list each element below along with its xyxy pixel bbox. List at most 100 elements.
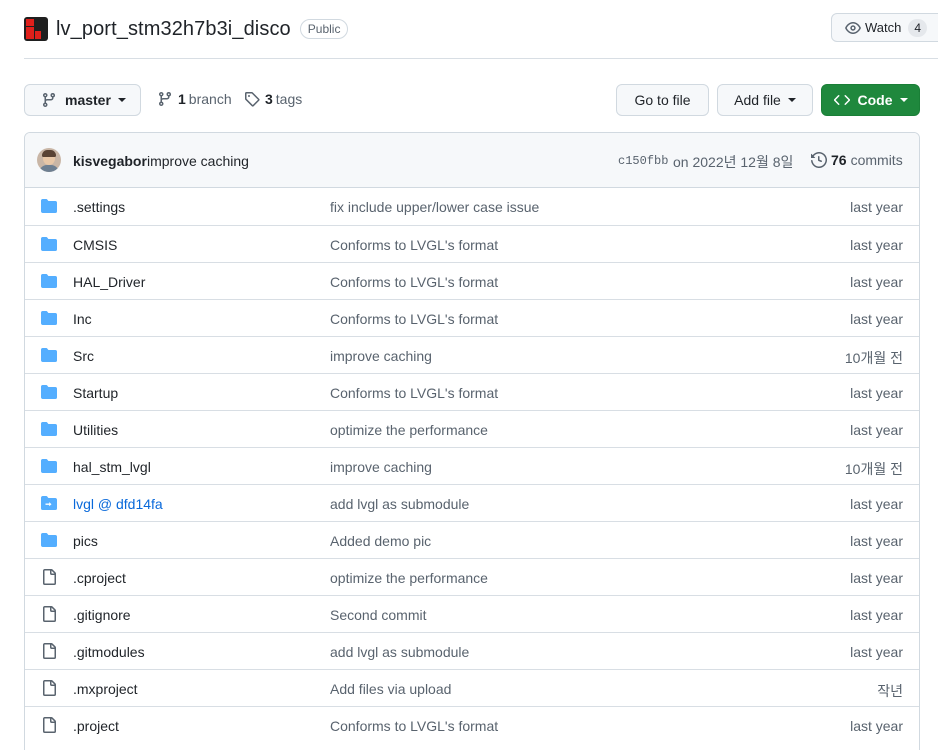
file-name-link[interactable]: lvgl @ dfd14fa xyxy=(73,496,163,512)
file-commit-age: 10개월 전 xyxy=(844,461,903,477)
author-avatar[interactable] xyxy=(37,148,61,172)
file-commit-message-link[interactable]: improve caching xyxy=(330,459,432,475)
file-icon xyxy=(41,717,57,733)
chevron-down-icon xyxy=(899,98,908,102)
git-branch-icon xyxy=(43,92,55,108)
add-file-label: Add file xyxy=(734,92,781,108)
file-commit-age: last year xyxy=(850,570,903,586)
branch-name: master xyxy=(65,92,111,108)
folder-icon xyxy=(41,347,57,363)
file-row[interactable]: hal_stm_lvgl improve caching 10개월 전 xyxy=(25,447,919,484)
file-commit-age: last year xyxy=(850,237,903,253)
file-commit-message-link[interactable]: add lvgl as submodule xyxy=(330,496,469,512)
file-commit-age: 10개월 전 xyxy=(844,350,903,366)
repo-name-link[interactable]: lv_port_stm32h7b3i_disco xyxy=(56,18,291,41)
file-row[interactable]: Utilities optimize the performance last ye… xyxy=(25,410,919,447)
file-commit-message-link[interactable]: Conforms to LVGL's format xyxy=(330,311,498,327)
git-branch-icon xyxy=(159,91,171,107)
file-name-link[interactable]: CMSIS xyxy=(73,237,117,253)
file-commit-age: last year xyxy=(850,422,903,438)
file-name-link[interactable]: .gitmodules xyxy=(73,644,145,660)
branch-count: 1 xyxy=(178,91,186,107)
file-commit-message-link[interactable]: Second commit xyxy=(330,607,426,623)
file-row[interactable]: .mxproject Add files via upload 작년 xyxy=(25,669,919,706)
file-row[interactable]: .cproject optimize the performance last ye… xyxy=(25,558,919,595)
folder-icon xyxy=(41,532,57,548)
file-row[interactable]: .project Conforms to LVGL's format last ye… xyxy=(25,706,919,743)
tags-link[interactable]: 3 tags xyxy=(244,91,302,107)
file-commit-age: last year xyxy=(850,496,903,512)
file-commit-age: last year xyxy=(850,644,903,660)
commits-history-link[interactable]: 76 commits xyxy=(811,152,903,168)
file-commit-message-link[interactable]: Added demo pic xyxy=(330,533,431,549)
file-row[interactable]: Src improve caching 10개월 전 xyxy=(25,336,919,373)
folder-icon xyxy=(41,384,57,400)
file-row[interactable]: lvgl @ dfd14fa add lvgl as submodule last … xyxy=(25,484,919,521)
file-icon xyxy=(41,569,57,585)
go-to-file-button[interactable]: Go to file xyxy=(616,84,709,116)
file-row[interactable]: Inc Conforms to LVGL's format last year xyxy=(25,299,919,336)
file-row[interactable]: pics Added demo pic last year xyxy=(25,521,919,558)
file-row[interactable]: CMSIS Conforms to LVGL's format last year xyxy=(25,225,919,262)
commit-author-link[interactable]: kisvegabor xyxy=(73,153,147,169)
file-name-link[interactable]: Startup xyxy=(73,385,118,401)
file-commit-message-link[interactable]: Conforms to LVGL's format xyxy=(330,274,498,290)
file-browser: kisvegabor improve caching c150fbb on 20… xyxy=(24,132,920,750)
file-name-link[interactable]: .cproject xyxy=(73,570,126,586)
code-button[interactable]: Code xyxy=(821,84,920,116)
file-name-link[interactable]: .gitignore xyxy=(73,607,131,623)
file-row[interactable]: .gitmodules add lvgl as submodule last yea… xyxy=(25,632,919,669)
file-name-link[interactable]: .project xyxy=(73,718,119,734)
chevron-down-icon xyxy=(787,98,796,102)
file-name-link[interactable]: .settings xyxy=(73,199,125,215)
file-name-link[interactable]: Utilities xyxy=(73,422,118,438)
file-name-link[interactable]: Src xyxy=(73,348,94,364)
file-icon xyxy=(41,643,57,659)
tag-icon xyxy=(245,92,260,107)
file-commit-message-link[interactable]: Conforms to LVGL's format xyxy=(330,385,498,401)
file-name-link[interactable]: hal_stm_lvgl xyxy=(73,459,151,475)
commit-label: commits xyxy=(850,152,903,168)
file-commit-age: last year xyxy=(850,718,903,734)
eye-icon xyxy=(845,21,861,34)
file-commit-message-link[interactable]: optimize the performance xyxy=(330,422,488,438)
file-commit-message-link[interactable]: optimize the performance xyxy=(330,570,488,586)
file-name-link[interactable]: Inc xyxy=(73,311,92,327)
chevron-down-icon xyxy=(117,98,126,102)
branch-select-button[interactable]: master xyxy=(24,84,141,116)
folder-icon xyxy=(41,310,57,326)
file-commit-message-link[interactable]: Add files via upload xyxy=(330,681,451,697)
tag-count: 3 xyxy=(265,91,273,107)
submodule-folder-icon xyxy=(41,495,57,511)
code-icon xyxy=(833,95,850,105)
branch-label: branch xyxy=(188,91,232,107)
file-row[interactable]: HAL_Driver Conforms to LVGL's format last … xyxy=(25,262,919,299)
file-commit-age: last year xyxy=(850,533,903,549)
file-commit-message-link[interactable]: Conforms to LVGL's format xyxy=(330,237,498,253)
add-file-button[interactable]: Add file xyxy=(717,84,813,116)
file-commit-message-link[interactable]: improve caching xyxy=(330,348,432,364)
tag-label: tags xyxy=(275,91,303,107)
watch-button[interactable]: Watch 4 xyxy=(831,13,938,42)
repo-owner-avatar[interactable] xyxy=(24,17,48,41)
branches-link[interactable]: 1 branch xyxy=(157,91,232,107)
file-commit-message-link[interactable]: fix include upper/lower case issue xyxy=(330,199,539,215)
watch-count: 4 xyxy=(908,18,928,37)
file-row[interactable]: .gitignore Second commit last year xyxy=(25,595,919,632)
history-icon xyxy=(811,152,827,168)
file-name-link[interactable]: .mxproject xyxy=(73,681,138,697)
file-name-link[interactable]: pics xyxy=(73,533,98,549)
commit-sha-link[interactable]: c150fbb xyxy=(618,154,668,168)
commit-message-link[interactable]: improve caching xyxy=(147,153,249,169)
file-commit-age: last year xyxy=(850,199,903,215)
repo-header: lv_port_stm32h7b3i_disco Public xyxy=(24,14,349,44)
file-row[interactable]: .settings fix include upper/lower case is… xyxy=(25,188,919,225)
folder-icon xyxy=(41,273,57,289)
visibility-badge: Public xyxy=(299,19,349,39)
commit-count: 76 xyxy=(831,152,847,168)
folder-icon xyxy=(41,198,57,214)
file-commit-message-link[interactable]: Conforms to LVGL's format xyxy=(330,718,498,734)
file-row[interactable]: Startup Conforms to LVGL's format last yea… xyxy=(25,373,919,410)
file-commit-message-link[interactable]: add lvgl as submodule xyxy=(330,644,469,660)
file-name-link[interactable]: HAL_Driver xyxy=(73,274,145,290)
